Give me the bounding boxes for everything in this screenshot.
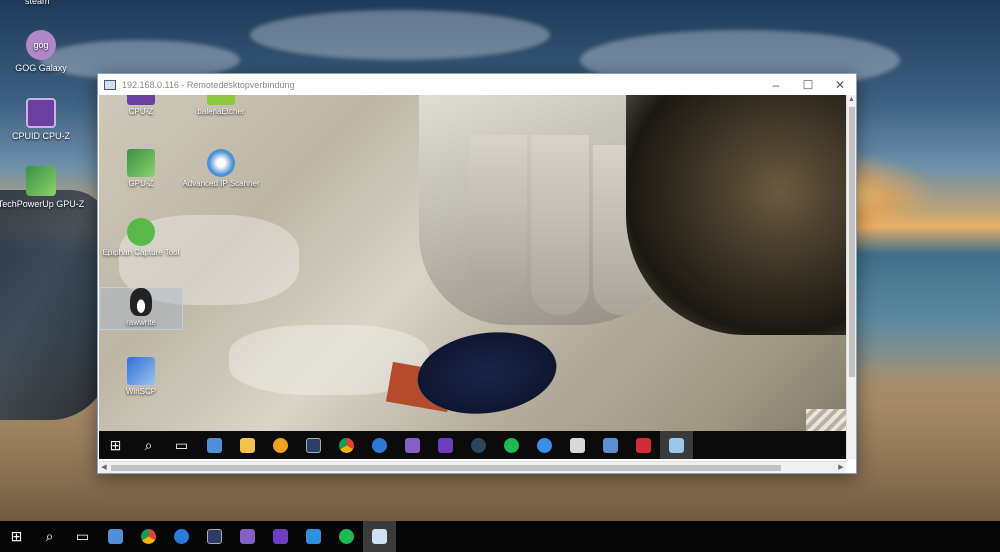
spotify-icon[interactable] [330,521,363,552]
teamviewer-icon[interactable] [528,431,561,459]
start-icon[interactable]: ⊞ [0,521,33,552]
gpuz-icon [127,149,155,177]
vertical-scrollbar[interactable]: ▲ [846,95,856,459]
remote-taskbar[interactable]: ⊞ ⌕ ▭ [99,431,846,459]
search-icon[interactable]: ⌕ [33,521,66,552]
remote-icon-label: CPU-Z [128,107,154,116]
remote-icon-balena-etcher[interactable]: balenaEtcher [179,95,263,116]
horizontal-scrollbar[interactable]: ◀ ▶ [99,461,846,473]
desktop-icon-techpowerup-gpuz[interactable]: TechPowerUp GPU-Z [0,166,86,209]
remote-icon-advanced-ip-scanner[interactable]: Advanced IP Scanner [179,149,263,188]
maximize-button[interactable]: ☐ [792,74,824,95]
epiphan-capture-icon [127,218,155,246]
remote-icon-gpuz[interactable]: GPU-Z [99,149,183,188]
desktop-icon-gog-galaxy[interactable]: gog GOG Galaxy [0,30,86,73]
scroll-up-icon[interactable]: ▲ [847,95,856,105]
horizontal-scroll-thumb[interactable] [111,465,781,471]
remote-desktop-app-icon [104,79,116,90]
remote-icon-epiphan-capture-tool[interactable]: Epiphan Capture Tool [99,218,183,257]
remote-icon-label: WinSCP [125,387,157,396]
window-title: 192.168.0.116 - Remotedesktopverbindung [122,79,295,90]
remote-icon-cpuz[interactable]: CPU-Z [99,95,183,116]
powershell-icon[interactable] [198,521,231,552]
linux-penguin-icon [130,288,152,316]
remote-icon-label: balenaEtcher [197,107,245,116]
steam-desktop-label[interactable]: steam [25,0,50,6]
winscp-icon [127,357,155,385]
visual-studio-icon[interactable] [429,431,462,459]
remote-desktop-icon[interactable] [99,521,132,552]
scroll-right-icon[interactable]: ▶ [836,462,846,474]
balena-etcher-icon [207,95,235,105]
gpuz-icon [26,166,56,196]
close-button[interactable]: ✕ [824,74,856,95]
remote-icon-label: Epiphan Capture Tool [102,248,180,257]
vscode-icon[interactable] [297,521,330,552]
desktop-icon-cpuid-cpuz[interactable]: CPUID CPU-Z [0,98,86,141]
printer-icon[interactable] [561,431,594,459]
remote-desktop-window[interactable]: 192.168.0.116 - Remotedesktopverbindung … [97,73,857,474]
active-window-icon[interactable] [660,431,693,459]
start-icon[interactable]: ⊞ [99,431,132,459]
desktop-icon-label: CPUID CPU-Z [12,131,70,141]
cpuz-icon [26,98,56,128]
visual-studio-icon[interactable] [231,521,264,552]
remote-icon-rawwrite[interactable]: rawwrite [99,287,183,330]
chrome-icon[interactable] [330,431,363,459]
spotify-icon[interactable] [495,431,528,459]
file-explorer-icon[interactable] [231,431,264,459]
window-title-bar[interactable]: 192.168.0.116 - Remotedesktopverbindung … [98,74,856,95]
remote-desktop-icon[interactable] [198,431,231,459]
remote-icon-label: Advanced IP Scanner [182,179,260,188]
task-view-icon[interactable]: ▭ [165,431,198,459]
steam-icon[interactable] [462,431,495,459]
cpuz-icon [127,95,155,105]
remote-icon-label: GPU-Z [128,179,154,188]
minimize-button[interactable]: – [760,74,792,95]
powershell-icon[interactable] [297,431,330,459]
visual-studio-icon[interactable] [264,521,297,552]
remote-icon-winscp[interactable]: WinSCP [99,357,183,396]
cloud-app-icon[interactable] [165,521,198,552]
search-icon[interactable]: ⌕ [132,431,165,459]
sun-app-icon[interactable] [264,431,297,459]
capture-app-icon[interactable] [627,431,660,459]
visual-studio-icon[interactable] [396,431,429,459]
remote-icon-label: rawwrite [126,318,156,327]
cloud-app-icon[interactable] [363,431,396,459]
remote-desktop-screen[interactable]: CPU-Z balenaEtcher GPU-Z Advanced IP Sca… [99,95,846,459]
desktop-icon-label: TechPowerUp GPU-Z [0,199,85,209]
task-view-icon[interactable]: ▭ [66,521,99,552]
vertical-scroll-thumb[interactable] [849,107,855,377]
advanced-ip-scanner-icon [207,149,235,177]
virtualbox-icon[interactable] [594,431,627,459]
scroll-left-icon[interactable]: ◀ [99,462,109,474]
desktop-icon-label: GOG Galaxy [15,63,67,73]
main-taskbar[interactable]: ⊞ ⌕ ▭ [0,521,1000,552]
chrome-icon[interactable] [132,521,165,552]
gog-galaxy-icon: gog [26,30,56,60]
remote-connection-icon[interactable] [363,521,396,552]
